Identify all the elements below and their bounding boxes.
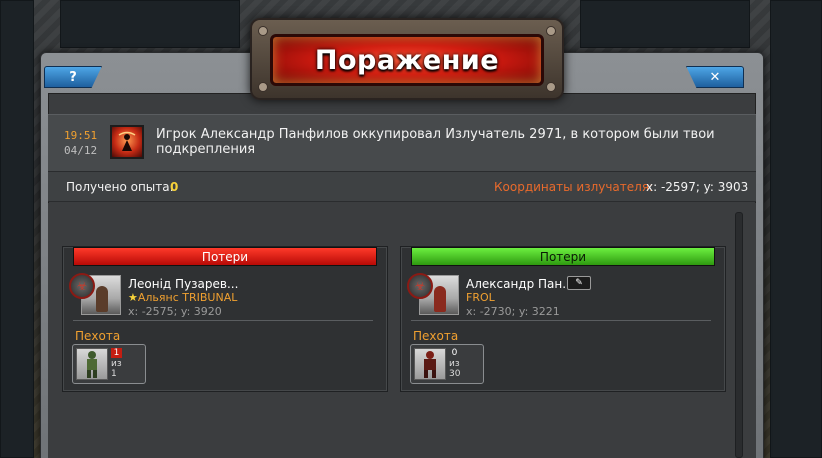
alliance-name: Альянс TRIBUNAL	[137, 291, 238, 304]
panel-own-losses: Потери ☣ Леонід Пузарев... ★Альянс TRIBU…	[62, 246, 388, 392]
event-date: 04/12	[64, 144, 98, 157]
xp-value: 0	[170, 180, 179, 194]
unit-card[interactable]: 0 из 30	[410, 344, 484, 384]
title-plaque: Поражение	[250, 18, 564, 100]
help-icon: ?	[69, 69, 77, 85]
player-coords[interactable]: x: -2575; y: 3920	[128, 305, 222, 318]
divider	[73, 320, 373, 321]
unit-total-count: 30	[449, 369, 461, 379]
emitter-coords-value[interactable]: x: -2597; y: 3903	[646, 180, 748, 194]
bolt-icon	[546, 26, 556, 36]
losses-header: Потери	[73, 247, 377, 266]
stats-row: Получено опыта: 0 Координаты излучателя:…	[48, 172, 756, 202]
event-time: 19:51	[64, 129, 98, 142]
background-building	[0, 0, 34, 458]
player-coords[interactable]: x: -2730; y: 3221	[466, 305, 560, 318]
bolt-icon	[258, 82, 268, 92]
biohazard-rank-icon: ☣	[69, 273, 95, 299]
event-timestamp: 19:51 04/12	[64, 128, 106, 158]
event-row: 19:51 04/12 Игрок Александр Панфилов окк…	[48, 114, 756, 172]
section-infantry: Пехота	[413, 329, 459, 343]
biohazard-emitter-icon	[110, 125, 144, 159]
player-name[interactable]: Александр Пан...	[466, 277, 574, 291]
player-alliance[interactable]: ★Альянс TRIBUNAL	[128, 291, 237, 304]
bolt-icon	[546, 82, 556, 92]
unit-lost-count: 1	[111, 348, 122, 358]
player-alliance[interactable]: FROL	[466, 291, 495, 304]
bolt-icon	[258, 26, 268, 36]
content-scrollbar[interactable]	[735, 212, 743, 458]
background-building	[770, 0, 822, 458]
emitter-coords-label: Координаты излучателя:	[494, 180, 654, 194]
losses-header: Потери	[411, 247, 715, 266]
avatar-figure	[434, 286, 446, 312]
close-icon: ✕	[709, 69, 721, 85]
player-name[interactable]: Леонід Пузарев...	[128, 277, 238, 291]
unit-of-label: из	[111, 359, 122, 369]
background-building	[580, 0, 750, 48]
xp-label: Получено опыта:	[66, 180, 174, 194]
unit-lost-count: 0	[451, 348, 458, 358]
panel-enemy-losses: Потери ☣ Александр Пан... ✎ FROL x: -273…	[400, 246, 726, 392]
section-infantry: Пехота	[75, 329, 121, 343]
pencil-icon[interactable]: ✎	[567, 276, 591, 290]
unit-card[interactable]: 1 из 1	[72, 344, 146, 384]
star-icon: ★	[128, 291, 138, 304]
background-building	[60, 0, 240, 48]
biohazard-rank-icon: ☣	[407, 273, 433, 299]
divider	[411, 320, 711, 321]
unit-of-label: из	[449, 359, 460, 369]
event-message: Игрок Александр Панфилов оккупировал Изл…	[156, 127, 715, 157]
unit-total-count: 1	[111, 369, 117, 379]
title-plate: Поражение	[270, 34, 544, 86]
window-title: Поражение	[314, 44, 500, 76]
avatar-figure	[96, 286, 108, 312]
infantry-unit-icon	[414, 348, 446, 380]
infantry-unit-icon	[76, 348, 108, 380]
